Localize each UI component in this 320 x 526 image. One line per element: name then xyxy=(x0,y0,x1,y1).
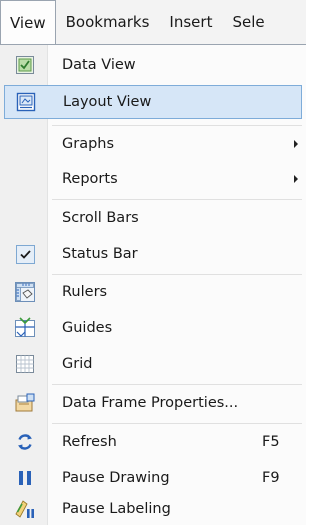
menu-item-layout-view[interactable]: Layout View xyxy=(4,85,302,119)
layout-view-icon xyxy=(15,91,37,113)
menu-item-label: Status Bar xyxy=(62,246,138,262)
menu-item-reports[interactable]: Reports xyxy=(4,162,302,196)
menu-item-scroll-bars[interactable]: Scroll Bars xyxy=(4,201,302,235)
menu-item-graphs[interactable]: Graphs xyxy=(4,127,302,161)
menu-item-refresh[interactable]: Refresh F5 xyxy=(4,425,302,459)
menu-item-label: Data View xyxy=(62,57,136,73)
data-view-icon xyxy=(14,54,36,76)
submenu-arrow-icon xyxy=(294,140,298,148)
menu-item-label: Guides xyxy=(62,320,113,336)
menu-item-label: Pause Drawing xyxy=(62,470,170,486)
menu-item-label: Data Frame Properties... xyxy=(62,395,239,411)
grid-icon xyxy=(14,353,36,375)
menu-item-grid[interactable]: Grid xyxy=(4,347,302,381)
menu-item-label: Pause Labeling xyxy=(62,501,171,517)
menu-item-label: Reports xyxy=(62,171,118,187)
rulers-icon xyxy=(14,281,36,303)
menu-item-data-frame-properties[interactable]: Data Frame Properties... xyxy=(4,386,302,420)
menu-view[interactable]: View xyxy=(0,0,56,44)
checkmark-icon xyxy=(14,243,36,265)
menu-bookmarks[interactable]: Bookmarks xyxy=(56,0,160,44)
menu-item-label: Grid xyxy=(62,356,93,372)
submenu-arrow-icon xyxy=(294,175,298,183)
pause-icon xyxy=(14,467,36,489)
data-frame-properties-icon xyxy=(14,392,36,414)
menu-item-label: Rulers xyxy=(62,284,108,300)
menu-item-rulers[interactable]: Rulers xyxy=(4,275,302,309)
menu-insert[interactable]: Insert xyxy=(159,0,222,44)
menu-bar: View Bookmarks Insert Sele xyxy=(0,0,306,44)
menu-selection[interactable]: Sele xyxy=(222,0,274,44)
menu-item-data-view[interactable]: Data View xyxy=(4,48,302,82)
view-dropdown-menu: Data View Layout View Graphs Reports Scr… xyxy=(0,44,306,525)
menu-separator xyxy=(52,125,302,126)
menu-item-label: Refresh xyxy=(62,434,117,450)
menu-item-label: Scroll Bars xyxy=(62,210,139,226)
menu-item-pause-labeling[interactable]: Pause Labeling xyxy=(4,492,302,526)
menu-item-label: Graphs xyxy=(62,136,115,152)
menu-separator xyxy=(52,384,302,385)
menu-separator xyxy=(52,423,302,424)
shortcut-label: F5 xyxy=(262,434,280,450)
menu-separator xyxy=(52,199,302,200)
refresh-icon xyxy=(14,431,36,453)
menu-item-status-bar[interactable]: Status Bar xyxy=(4,237,302,271)
menu-item-guides[interactable]: Guides xyxy=(4,311,302,345)
pause-labeling-icon xyxy=(14,498,36,520)
menu-item-label: Layout View xyxy=(63,94,152,110)
guides-icon xyxy=(14,317,36,339)
menu-item-pause-drawing[interactable]: Pause Drawing F9 xyxy=(4,461,302,495)
shortcut-label: F9 xyxy=(262,470,280,486)
